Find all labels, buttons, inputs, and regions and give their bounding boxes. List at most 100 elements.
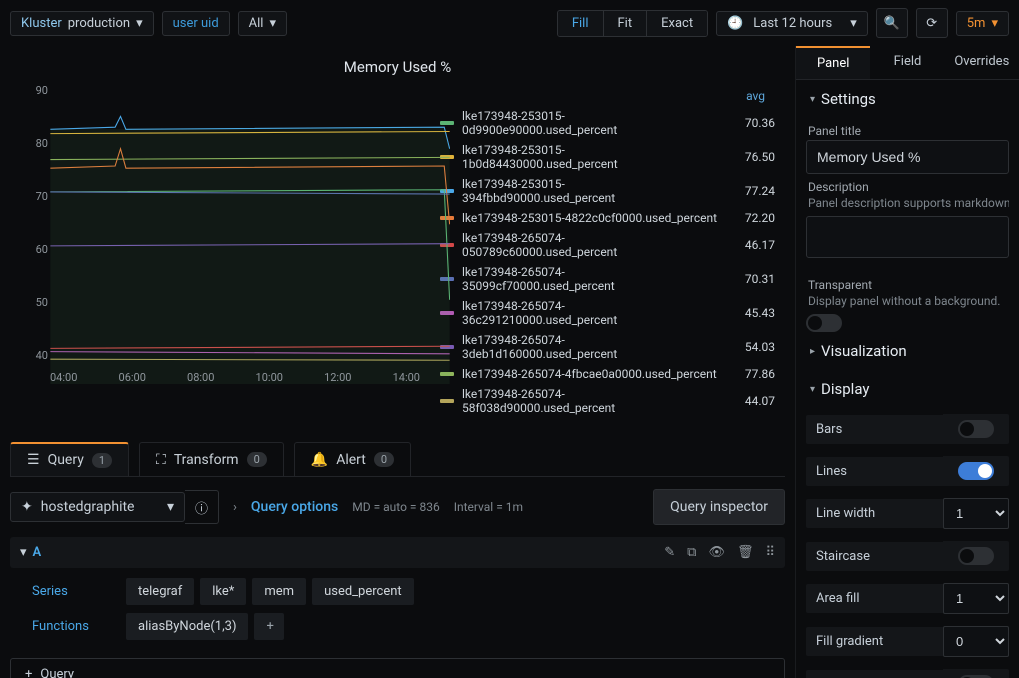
refresh-interval[interactable]: 5m ▾ — [956, 11, 1009, 36]
user-uid-var[interactable]: user uid — [162, 11, 230, 36]
chevron-down-icon: ▾ — [136, 16, 143, 31]
zoom-out-button[interactable]: 🔍 — [876, 8, 908, 38]
info-icon: ⓘ — [195, 498, 208, 517]
chevron-right-icon: ▸ — [810, 346, 815, 357]
fill-gradient-label: Fill gradient — [806, 627, 943, 656]
refresh-icon: ⟳ — [926, 16, 937, 31]
query-interval: Interval = 1m — [454, 500, 523, 514]
lines-toggle[interactable] — [958, 462, 994, 480]
points-label: Points — [806, 670, 943, 678]
series-avg: 72.20 — [725, 211, 775, 225]
line-width-select[interactable]: 1 — [943, 498, 1009, 529]
legend-row[interactable]: lke173948-265074-35099cf70000.used_perce… — [440, 262, 775, 296]
query-count: 1 — [92, 453, 112, 468]
functions-label: Functions — [32, 619, 120, 634]
legend-row[interactable]: lke173948-265074-4fbcae0a0000.used_perce… — [440, 364, 775, 384]
chevron-down-icon: ▾ — [269, 16, 276, 31]
description-input[interactable] — [806, 216, 1009, 258]
chevron-down-icon: ▾ — [810, 94, 815, 105]
section-visualization[interactable]: ▸Visualization — [806, 332, 1009, 370]
series-name: lke173948-253015-1b0d84430000.used_perce… — [462, 143, 717, 171]
side-tab-panel[interactable]: Panel — [796, 46, 870, 79]
view-exact[interactable]: Exact — [646, 11, 707, 36]
lines-label: Lines — [806, 457, 943, 486]
fill-gradient-select[interactable]: 0 — [943, 626, 1009, 657]
legend: avg lke173948-253015-0d9900e90000.used_p… — [440, 84, 775, 418]
series-avg: 70.31 — [725, 272, 775, 286]
series-seg[interactable]: lke* — [200, 578, 246, 605]
query-inspector-button[interactable]: Query inspector — [653, 489, 785, 525]
datasource-help[interactable]: ⓘ — [185, 490, 219, 524]
x-axis-ticks: 04:0006:0008:0010:0012:0014:00 — [50, 371, 420, 384]
kluster-var[interactable]: Kluster production ▾ — [10, 11, 154, 36]
eye-icon[interactable]: 👁 — [708, 545, 725, 560]
side-tab-overrides[interactable]: Overrides — [945, 46, 1019, 79]
copy-icon[interactable]: ⧉ — [687, 545, 696, 560]
legend-row[interactable]: lke173948-253015-394fbbd90000.used_perce… — [440, 174, 775, 208]
series-seg[interactable]: mem — [252, 578, 306, 605]
legend-row[interactable]: lke173948-265074-050789c60000.used_perce… — [440, 228, 775, 262]
series-avg: 77.86 — [725, 367, 775, 381]
chart[interactable]: 908070605040 — [20, 84, 420, 384]
transparent-label: Transparent — [806, 272, 1009, 294]
user-uid-value: All — [249, 16, 264, 31]
add-function-button[interactable]: + — [254, 613, 284, 640]
kluster-value: production — [68, 16, 130, 31]
refresh-value: 5m — [967, 16, 986, 31]
bars-toggle[interactable] — [958, 420, 994, 438]
query-row-name: A — [33, 545, 42, 560]
legend-col-avg[interactable]: avg — [746, 89, 765, 103]
user-uid-value-chip[interactable]: All ▾ — [238, 11, 287, 36]
staircase-toggle[interactable] — [958, 547, 994, 565]
series-seg[interactable]: telegraf — [126, 578, 194, 605]
add-query-button[interactable]: + Query — [10, 658, 785, 678]
query-md: MD = auto = 836 — [352, 500, 439, 514]
chevron-right-icon: › — [233, 500, 237, 515]
trash-icon[interactable]: 🗑 — [737, 545, 754, 560]
line-width-label: Line width — [806, 499, 943, 528]
tab-query[interactable]: ☰ Query 1 — [10, 442, 129, 476]
query-row-header[interactable]: ▾ A ✎ ⧉ 👁 🗑 ⠿ — [10, 537, 785, 568]
plus-icon: + — [25, 667, 32, 678]
bars-label: Bars — [806, 415, 943, 444]
series-name: lke173948-253015-4822c0cf0000.used_perce… — [462, 211, 717, 225]
alert-count: 0 — [374, 452, 394, 467]
view-fit[interactable]: Fit — [603, 11, 647, 36]
function-seg[interactable]: aliasByNode(1,3) — [126, 613, 248, 640]
legend-row[interactable]: lke173948-265074-3deb1d160000.used_perce… — [440, 330, 775, 364]
chevron-down-icon: ▾ — [850, 16, 857, 31]
series-swatch — [440, 399, 454, 403]
legend-row[interactable]: lke173948-265074-36c291210000.used_perce… — [440, 296, 775, 330]
legend-row[interactable]: lke173948-265074-58f038d90000.used_perce… — [440, 384, 775, 418]
tab-transform[interactable]: ⛶ Transform 0 — [139, 442, 284, 476]
tab-alert[interactable]: 🔔 Alert 0 — [294, 442, 411, 476]
transparent-toggle[interactable] — [806, 314, 842, 332]
series-name: lke173948-265074-4fbcae0a0000.used_perce… — [462, 367, 717, 381]
series-avg: 76.50 — [725, 150, 775, 164]
panel-title-input[interactable] — [806, 140, 1009, 174]
series-seg[interactable]: used_percent — [312, 578, 414, 605]
legend-row[interactable]: lke173948-253015-0d9900e90000.used_perce… — [440, 106, 775, 140]
panel-title-label: Panel title — [806, 118, 1009, 140]
view-fill[interactable]: Fill — [558, 11, 603, 36]
series-name: lke173948-265074-050789c60000.used_perce… — [462, 231, 717, 259]
side-tab-field[interactable]: Field — [870, 46, 944, 79]
area-fill-label: Area fill — [806, 584, 943, 613]
datasource-select[interactable]: ✦ hostedgraphite ▾ — [10, 492, 185, 522]
series-name: lke173948-265074-3deb1d160000.used_perce… — [462, 333, 717, 361]
area-fill-select[interactable]: 1 — [943, 583, 1009, 614]
query-options-toggle[interactable]: Query options — [251, 499, 338, 515]
section-display[interactable]: ▾Display — [806, 370, 1009, 408]
legend-row[interactable]: lke173948-253015-4822c0cf0000.used_perce… — [440, 208, 775, 228]
edit-icon[interactable]: ✎ — [664, 545, 675, 560]
section-settings[interactable]: ▾Settings — [806, 80, 1009, 118]
refresh-button[interactable]: ⟳ — [916, 8, 948, 38]
description-hint: Panel description supports markdown and — [806, 196, 1009, 216]
drag-icon[interactable]: ⠿ — [765, 545, 775, 560]
time-range-picker[interactable]: 🕘 Last 12 hours ▾ — [716, 11, 868, 36]
series-name: lke173948-253015-394fbbd90000.used_perce… — [462, 177, 717, 205]
legend-row[interactable]: lke173948-253015-1b0d84430000.used_perce… — [440, 140, 775, 174]
datasource-icon: ✦ — [21, 499, 33, 515]
series-name: lke173948-265074-58f038d90000.used_perce… — [462, 387, 717, 415]
chevron-down-icon: ▾ — [167, 499, 174, 515]
